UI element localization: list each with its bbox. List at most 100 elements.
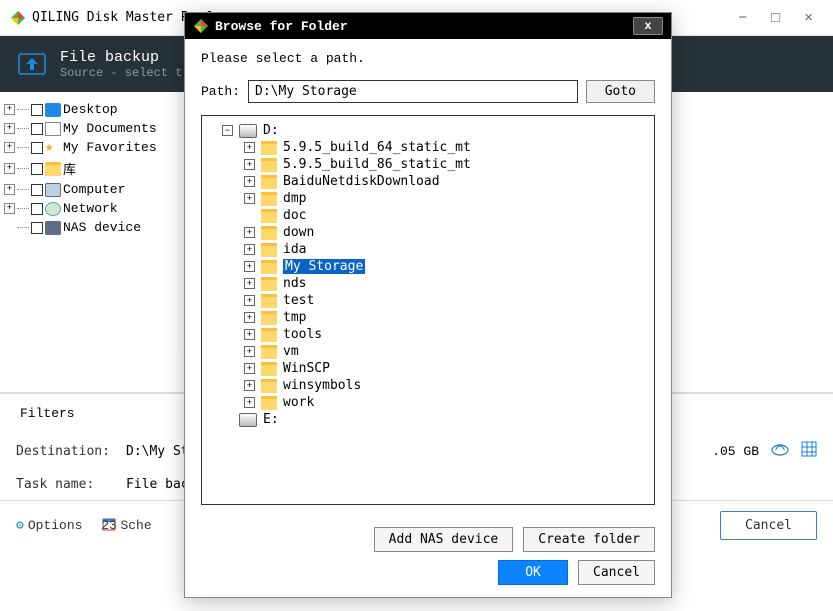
svg-text:23: 23 — [102, 518, 116, 531]
sidebar-item-label: My Documents — [63, 121, 157, 136]
sidebar-item-computer[interactable]: +Computer — [4, 180, 175, 199]
tree-folder-test[interactable]: +test — [206, 292, 650, 309]
expand-icon[interactable]: + — [244, 227, 255, 238]
tree-folder-winscp[interactable]: + WinSCP — [206, 360, 650, 377]
sidebar-item-desktop[interactable]: +Desktop — [4, 100, 175, 119]
expand-icon[interactable]: + — [244, 261, 255, 272]
grid-icon[interactable] — [801, 441, 817, 461]
path-input[interactable] — [248, 80, 578, 103]
add-nas-button[interactable]: Add NAS device — [374, 527, 514, 552]
tree-folder-5-9-5-build-86-static-mt[interactable]: +5.9.5_build_86_static_mt — [206, 156, 650, 173]
nas-icon — [45, 221, 61, 235]
tree-folder-winsymbols[interactable]: +winsymbols — [206, 377, 650, 394]
tree-item-label: My Storage — [283, 259, 365, 274]
dialog-prompt: Please select a path. — [201, 51, 655, 66]
tree-folder-doc[interactable]: doc — [206, 207, 650, 224]
folder-icon — [261, 379, 277, 393]
path-label: Path: — [201, 84, 240, 99]
tree-folder-tmp[interactable]: +tmp — [206, 309, 650, 326]
tree-folder-ida[interactable]: + ida — [206, 241, 650, 258]
sidebar-item-nas-device[interactable]: NAS device — [4, 218, 175, 237]
tree-folder-baidunetdiskdownload[interactable]: +BaiduNetdiskDownload — [206, 173, 650, 190]
desktop-icon — [45, 103, 61, 117]
tree-folder-5-9-5-build-64-static-mt[interactable]: +5.9.5_build_64_static_mt — [206, 139, 650, 156]
tree-folder-my-storage[interactable]: + My Storage — [206, 258, 650, 275]
expand-icon[interactable]: + — [4, 163, 15, 174]
star-icon: ★ — [45, 141, 61, 155]
expand-icon[interactable]: + — [244, 278, 255, 289]
sidebar-item-my-documents[interactable]: + My Documents — [4, 119, 175, 138]
expand-icon[interactable]: + — [244, 329, 255, 340]
checkbox[interactable] — [31, 142, 43, 154]
tree-item-label: ida — [283, 242, 306, 257]
tree-folder-nds[interactable]: + nds — [206, 275, 650, 292]
expand-icon[interactable]: + — [244, 244, 255, 255]
tree-folder-down[interactable]: +down — [206, 224, 650, 241]
expand-icon[interactable]: + — [4, 123, 15, 134]
checkbox[interactable] — [31, 222, 43, 234]
task-name-label: Task name: — [16, 477, 116, 492]
expand-icon[interactable]: + — [244, 193, 255, 204]
disk-space: .05 GB — [712, 444, 759, 459]
expand-icon[interactable]: + — [244, 176, 255, 187]
subheader-desc: Source - select t — [60, 66, 182, 80]
expand-icon[interactable]: + — [244, 142, 255, 153]
dialog-logo-icon — [193, 18, 209, 34]
tree-drive-e[interactable]: E: — [206, 411, 650, 428]
checkbox[interactable] — [31, 104, 43, 116]
tree-item-label: nds — [283, 276, 306, 291]
sidebar-item-my-favorites[interactable]: +★My Favorites — [4, 138, 175, 157]
expand-icon[interactable]: + — [244, 380, 255, 391]
folder-icon — [261, 362, 277, 376]
maximize-button[interactable]: □ — [771, 9, 780, 26]
tree-drive-d[interactable]: −D: — [206, 122, 650, 139]
app-logo-icon — [10, 10, 26, 26]
folder-icon — [45, 162, 61, 176]
sidebar-item-network[interactable]: +Network — [4, 199, 175, 218]
tree-folder-work[interactable]: + work — [206, 394, 650, 411]
filters-label: Filters — [20, 406, 75, 421]
tree-folder-vm[interactable]: +vm — [206, 343, 650, 360]
folder-tree[interactable]: −D:+5.9.5_build_64_static_mt+5.9.5_build… — [201, 115, 655, 505]
tree-folder-dmp[interactable]: + dmp — [206, 190, 650, 207]
schedule-button[interactable]: 23 Sche — [102, 517, 151, 535]
sidebar-item-库[interactable]: +库 — [4, 157, 175, 180]
tree-folder-tools[interactable]: +tools — [206, 326, 650, 343]
checkbox[interactable] — [31, 163, 43, 175]
expand-icon[interactable]: + — [244, 159, 255, 170]
cloud-icon[interactable] — [771, 442, 789, 460]
expand-icon[interactable]: + — [244, 295, 255, 306]
tree-item-label: doc — [283, 208, 306, 223]
expand-icon[interactable]: + — [4, 142, 15, 153]
folder-icon — [261, 396, 277, 410]
tree-item-label: WinSCP — [283, 361, 330, 376]
dialog-titlebar: Browse for Folder x — [185, 13, 671, 39]
minimize-button[interactable]: − — [738, 9, 747, 26]
ok-button[interactable]: OK — [498, 560, 568, 585]
expand-icon[interactable]: + — [244, 312, 255, 323]
main-cancel-button[interactable]: Cancel — [720, 511, 817, 540]
dialog-cancel-button[interactable]: Cancel — [578, 560, 655, 585]
options-button[interactable]: ⚙ Options — [16, 518, 82, 533]
expand-icon[interactable]: + — [244, 346, 255, 357]
folder-icon — [261, 277, 277, 291]
folder-icon — [261, 243, 277, 257]
expand-icon[interactable]: + — [4, 184, 15, 195]
create-folder-button[interactable]: Create folder — [523, 527, 655, 552]
collapse-icon[interactable]: − — [222, 125, 233, 136]
tree-item-label: work — [283, 395, 314, 410]
close-button[interactable]: × — [804, 9, 813, 26]
goto-button[interactable]: Goto — [586, 80, 655, 103]
checkbox[interactable] — [31, 184, 43, 196]
checkbox[interactable] — [31, 123, 43, 135]
drive-icon — [239, 124, 257, 138]
net-icon — [45, 202, 61, 216]
dialog-close-button[interactable]: x — [633, 17, 663, 35]
tree-item-label: dmp — [283, 191, 306, 206]
expand-icon[interactable]: + — [4, 203, 15, 214]
expand-icon[interactable]: + — [4, 104, 15, 115]
checkbox[interactable] — [31, 203, 43, 215]
expand-icon[interactable]: + — [244, 363, 255, 374]
expand-icon[interactable]: + — [244, 397, 255, 408]
folder-icon — [261, 260, 277, 274]
